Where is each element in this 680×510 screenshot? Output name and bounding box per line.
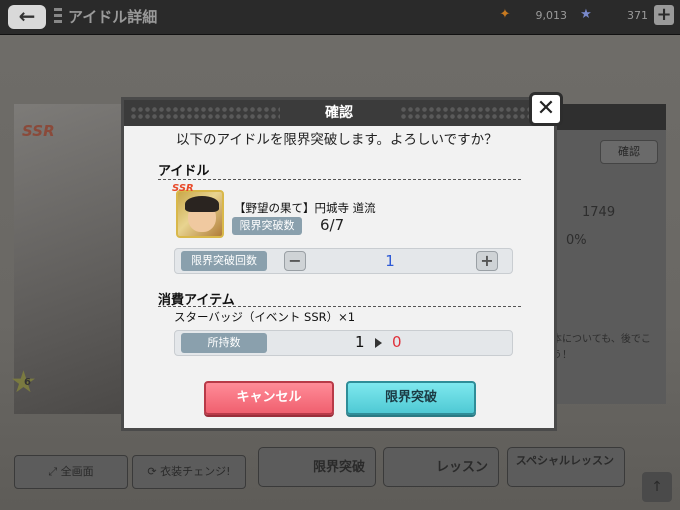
plus-icon: + [480,251,494,270]
costume-change-button[interactable]: ⟳ 衣装チェンジ! [132,455,246,489]
grip-icon [54,8,62,26]
special-lesson-nav-button[interactable]: スペシャルレッスン [507,447,625,487]
bg-stat-percent: 0% [566,233,587,248]
limit-break-label: 限界突破数 [232,217,302,235]
idol-section-title: アイドル [158,164,210,179]
jewel-counter: ★ 371 [578,7,648,25]
scroll-up-button[interactable]: ↑ [642,472,672,502]
bg-confirm-button[interactable]: 確認 [600,140,658,164]
idol-name: 【野望の果て】円城寺 道流 [234,201,376,215]
add-jewel-button[interactable]: + [654,5,674,25]
owned-label: 所持数 [181,333,267,353]
money-counter: ✦ 9,013 [497,7,567,25]
back-arrow-icon: ← [18,4,36,28]
increment-button[interactable]: + [476,251,498,271]
bg-stat-value: 1749 [582,205,616,220]
expand-icon: ⤢ [48,465,61,478]
dialog-question: 以下のアイドルを限界突破します。よろしいですか？ [176,132,498,148]
up-arrow-icon: ↑ [651,479,663,495]
star-jewel-icon: ★ [580,7,592,22]
count-label: 限界突破回数 [181,251,267,271]
count-value: 1 [385,252,395,270]
divider [158,179,521,180]
minus-icon: − [288,251,302,270]
limit-break-nav-button[interactable]: 限界突破 [258,447,376,487]
idol-hair [185,196,219,212]
bg-note-text: 本についても、後でこう！ [552,334,651,361]
lesson-nav-button[interactable]: レッスン [383,447,499,487]
detail-panel-header [548,104,666,130]
top-bar: ← アイドル詳細 ✦ 9,013 ★ 371 + [0,0,680,35]
limit-break-value: 6/7 [320,216,345,234]
close-icon: ✕ [536,96,556,121]
dialog-header: 確認 [124,100,554,126]
page-title: アイドル詳細 [68,8,158,26]
owned-before: 1 [355,333,365,351]
divider [158,306,521,307]
fullscreen-button[interactable]: ⤢ 全画面 [14,455,128,489]
dialog-title: 確認 [325,105,353,121]
star-rank-value: 6 [24,377,31,388]
bg-ssr-label: SSR [22,122,55,140]
refresh-icon: ⟳ [147,465,161,478]
close-button[interactable]: ✕ [529,92,563,126]
idol-thumbnail [176,190,224,238]
decrement-button[interactable]: − [284,251,306,271]
ssr-badge: SSR [172,183,194,194]
money-icon: ✦ [499,7,511,22]
cancel-button[interactable]: キャンセル [204,381,334,415]
item-name: スターバッジ（イベント SSR）×1 [174,310,356,324]
limit-break-button[interactable]: 限界突破 [346,381,476,415]
owned-after: 0 [392,333,402,351]
back-button[interactable]: ← [8,5,46,29]
arrow-right-icon [375,338,382,348]
